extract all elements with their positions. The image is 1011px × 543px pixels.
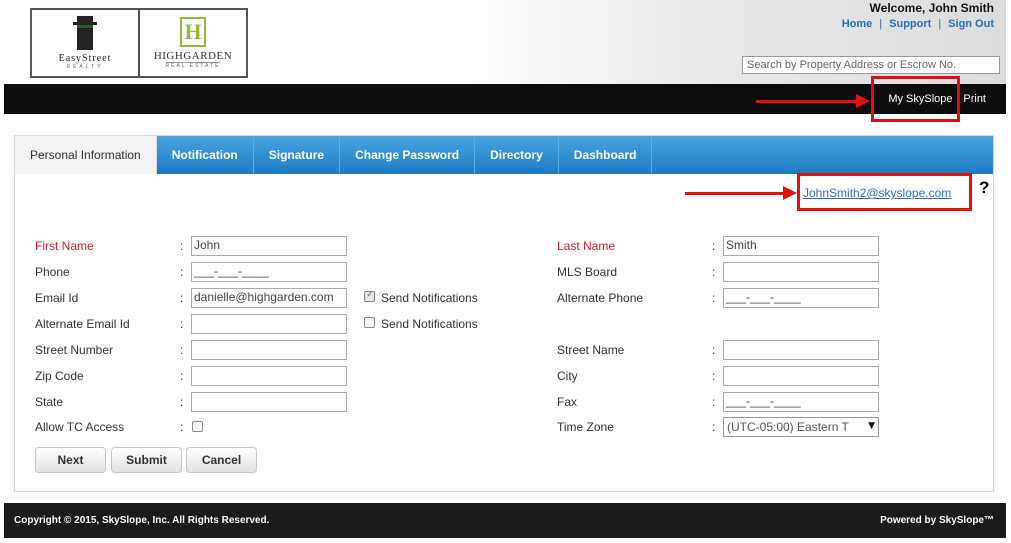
welcome-text: Welcome, John Smith <box>869 1 994 15</box>
tc-access-checkbox[interactable] <box>192 421 203 432</box>
colon: : <box>712 343 716 357</box>
first-name-label: First Name <box>35 239 94 253</box>
highgarden-logo: H HIGHGARDEN REAL ESTATE <box>138 10 246 76</box>
last-name-label: Last Name <box>557 239 616 253</box>
tab-personal-information[interactable]: Personal Information <box>15 136 157 174</box>
tab-signature[interactable]: Signature <box>254 136 341 174</box>
email-id-field[interactable]: danielle@highgarden.com <box>191 288 347 308</box>
street-number-field[interactable] <box>191 340 347 360</box>
copyright-text: Copyright © 2015, SkySlope, Inc. All Rig… <box>14 515 270 526</box>
annotation-box-email <box>797 173 972 211</box>
colon: : <box>712 420 716 434</box>
phone-label: Phone <box>35 265 70 279</box>
alternate-phone-label: Alternate Phone <box>557 291 644 305</box>
tab-change-password[interactable]: Change Password <box>340 136 476 174</box>
colon: : <box>180 291 184 305</box>
alternate-email-label: Alternate Email Id <box>35 317 130 331</box>
zip-code-label: Zip Code <box>35 369 84 383</box>
next-button[interactable]: Next <box>35 447 106 473</box>
phone-field[interactable]: ___-___-____ <box>191 262 347 282</box>
fax-label: Fax <box>557 395 578 409</box>
page-footer: Copyright © 2015, SkySlope, Inc. All Rig… <box>4 503 1006 538</box>
tab-directory[interactable]: Directory <box>475 136 559 174</box>
colon: : <box>180 420 184 434</box>
colon: : <box>712 369 716 383</box>
alternate-email-notifications-label: Send Notifications <box>381 317 478 331</box>
colon: : <box>712 239 716 253</box>
colon: : <box>180 265 184 279</box>
easystreet-logo-sub: REALTY <box>66 64 104 70</box>
first-name-field[interactable]: John <box>191 236 347 256</box>
fax-field[interactable]: ___-___-____ <box>723 392 879 412</box>
time-zone-label: Time Zone <box>557 420 614 434</box>
dropdown-arrow-icon: ▼ <box>868 421 875 431</box>
mls-board-field[interactable] <box>723 262 879 282</box>
easystreet-logo-mark <box>73 16 97 50</box>
cancel-button[interactable]: Cancel <box>186 447 257 473</box>
brokerage-logos: EasyStreet REALTY H HIGHGARDEN REAL ESTA… <box>30 8 248 78</box>
colon: : <box>712 395 716 409</box>
annotation-arrow-email <box>685 186 797 200</box>
annotation-arrow-my-skyslope <box>756 94 870 108</box>
mls-board-label: MLS Board <box>557 265 618 279</box>
time-zone-value: (UTC-05:00) Eastern T <box>727 420 849 434</box>
zip-code-field[interactable] <box>191 366 347 386</box>
sign-out-link[interactable]: Sign Out <box>948 18 994 30</box>
tab-notification[interactable]: Notification <box>157 136 254 174</box>
city-label: City <box>557 369 578 383</box>
top-links: Home | Support | Sign Out <box>842 18 994 30</box>
colon: : <box>712 265 716 279</box>
street-number-label: Street Number <box>35 343 114 357</box>
alternate-email-field[interactable] <box>191 314 347 334</box>
search-input[interactable] <box>742 56 1000 74</box>
alternate-email-notifications-checkbox[interactable] <box>364 317 375 328</box>
highgarden-logo-name: HIGHGARDEN <box>153 50 233 62</box>
tab-dashboard[interactable]: Dashboard <box>559 136 653 174</box>
time-zone-select[interactable]: (UTC-05:00) Eastern T ▼ <box>723 417 879 437</box>
print-link[interactable]: Print <box>963 93 986 105</box>
city-field[interactable] <box>723 366 879 386</box>
submit-button[interactable]: Submit <box>111 447 182 473</box>
help-icon[interactable]: ? <box>979 178 989 198</box>
link-separator: | <box>879 18 883 30</box>
state-label: State <box>35 395 64 409</box>
street-name-field[interactable] <box>723 340 879 360</box>
home-link[interactable]: Home <box>842 18 873 30</box>
annotation-box-my-skyslope <box>871 76 960 122</box>
link-separator: | <box>938 18 942 30</box>
colon: : <box>180 343 184 357</box>
email-notifications-label: Send Notifications <box>381 291 478 305</box>
colon: : <box>180 317 184 331</box>
colon: : <box>180 369 184 383</box>
page-header: EasyStreet REALTY H HIGHGARDEN REAL ESTA… <box>4 0 1006 84</box>
alternate-phone-field[interactable]: ___-___-____ <box>723 288 879 308</box>
email-notifications-checkbox[interactable] <box>364 289 375 302</box>
colon: : <box>180 239 184 253</box>
tab-bar: Personal Information Notification Signat… <box>15 136 993 174</box>
email-id-label: Email Id <box>35 291 79 305</box>
highgarden-logo-mark: H <box>180 17 206 47</box>
powered-by-text: Powered by SkySlope™ <box>880 515 994 526</box>
street-name-label: Street Name <box>557 343 625 357</box>
tc-access-label: Allow TC Access <box>35 420 125 434</box>
easystreet-logo: EasyStreet REALTY <box>32 10 138 76</box>
colon: : <box>180 395 184 409</box>
support-link[interactable]: Support <box>889 18 931 30</box>
colon: : <box>712 291 716 305</box>
state-field[interactable] <box>191 392 347 412</box>
last-name-field[interactable]: Smith <box>723 236 879 256</box>
highgarden-logo-sub: REAL ESTATE <box>165 62 221 69</box>
easystreet-logo-name: EasyStreet <box>58 53 112 64</box>
